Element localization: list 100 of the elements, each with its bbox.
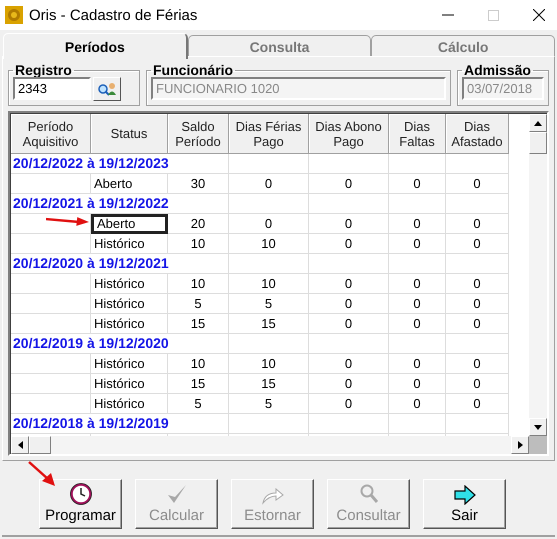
lookup-button[interactable] xyxy=(93,77,121,101)
table-cell[interactable]: Histórico xyxy=(91,294,168,314)
toolbar-button[interactable]: Programar xyxy=(39,479,122,529)
table-cell[interactable]: 0 xyxy=(309,234,389,254)
table-cell[interactable]: 0 xyxy=(446,354,509,374)
horizontal-scrollbar[interactable] xyxy=(11,436,529,454)
table-cell[interactable]: 15 xyxy=(168,314,229,334)
table-cell[interactable]: 30 xyxy=(168,174,229,194)
table-cell[interactable] xyxy=(446,154,509,174)
table-cell[interactable]: 0 xyxy=(446,214,509,234)
table-cell[interactable]: 0 xyxy=(309,374,389,394)
table-cell[interactable]: 10 xyxy=(229,354,309,374)
table-cell[interactable]: 0 xyxy=(389,174,446,194)
table-cell[interactable]: 0 xyxy=(446,234,509,254)
table-cell[interactable]: 0 xyxy=(446,294,509,314)
table-cell[interactable]: 0 xyxy=(446,174,509,194)
table-cell[interactable] xyxy=(389,154,446,174)
column-header[interactable]: Dias Abono Pago xyxy=(309,114,389,154)
table-cell[interactable]: 0 xyxy=(229,174,309,194)
table-cell[interactable]: Histórico xyxy=(91,374,168,394)
table-cell[interactable] xyxy=(11,274,91,294)
table-cell[interactable] xyxy=(11,174,91,194)
table-cell[interactable]: 0 xyxy=(389,374,446,394)
table-cell[interactable]: 0 xyxy=(446,394,509,414)
table-cell[interactable] xyxy=(309,334,389,354)
table-cell[interactable]: 15 xyxy=(229,314,309,334)
tab[interactable]: Consulta xyxy=(188,35,372,57)
table-cell[interactable]: 10 xyxy=(168,354,229,374)
table-cell[interactable]: 0 xyxy=(389,274,446,294)
scroll-thumb[interactable] xyxy=(529,132,547,154)
period-cell[interactable]: 20/12/2022 à 19/12/2023 xyxy=(11,154,229,174)
table-cell[interactable]: 10 xyxy=(168,274,229,294)
table-cell[interactable]: 0 xyxy=(389,294,446,314)
table-cell[interactable] xyxy=(389,414,446,434)
close-icon[interactable] xyxy=(533,9,545,21)
table-cell[interactable]: 0 xyxy=(309,394,389,414)
table-cell[interactable]: Histórico xyxy=(91,234,168,254)
table-cell[interactable] xyxy=(389,194,446,214)
scroll-thumb[interactable] xyxy=(29,436,51,454)
table-cell[interactable] xyxy=(309,194,389,214)
table-cell[interactable]: 15 xyxy=(168,374,229,394)
table-cell[interactable] xyxy=(389,254,446,274)
toolbar-button[interactable]: Sair xyxy=(423,479,506,529)
table-cell[interactable] xyxy=(446,334,509,354)
maximize-icon[interactable] xyxy=(488,10,499,20)
table-cell[interactable]: 0 xyxy=(309,354,389,374)
table-cell[interactable] xyxy=(446,414,509,434)
table-cell[interactable]: 0 xyxy=(309,274,389,294)
table-cell[interactable]: 0 xyxy=(309,294,389,314)
column-header[interactable]: Dias Afastado xyxy=(446,114,509,154)
table-cell[interactable]: 5 xyxy=(168,294,229,314)
table-cell[interactable]: Histórico xyxy=(91,314,168,334)
tab[interactable]: Cálculo xyxy=(371,35,556,57)
table-cell[interactable]: 10 xyxy=(229,234,309,254)
table-cell[interactable]: 5 xyxy=(168,394,229,414)
table-cell[interactable]: 15 xyxy=(229,374,309,394)
table-cell[interactable] xyxy=(309,154,389,174)
tab[interactable]: Períodos xyxy=(3,33,188,59)
table-cell[interactable]: Histórico xyxy=(91,274,168,294)
table-cell[interactable] xyxy=(11,214,91,234)
table-cell[interactable]: 0 xyxy=(389,214,446,234)
table-cell[interactable] xyxy=(309,414,389,434)
column-header[interactable]: Dias Férias Pago xyxy=(229,114,309,154)
table-cell[interactable]: 0 xyxy=(446,274,509,294)
table-cell[interactable] xyxy=(229,414,309,434)
table-cell[interactable] xyxy=(229,154,309,174)
table-cell[interactable]: 0 xyxy=(389,234,446,254)
table-cell[interactable]: 10 xyxy=(229,274,309,294)
table-cell[interactable]: 0 xyxy=(389,394,446,414)
input-field[interactable]: 2343 xyxy=(13,77,91,100)
table-cell[interactable] xyxy=(11,354,91,374)
table-cell[interactable]: Histórico xyxy=(91,354,168,374)
column-header[interactable]: Período Aquisitivo xyxy=(11,114,91,154)
column-header[interactable]: Dias Faltas xyxy=(389,114,446,154)
table-cell[interactable]: 0 xyxy=(446,314,509,334)
period-cell[interactable]: 20/12/2021 à 19/12/2022 xyxy=(11,194,229,214)
table-cell[interactable] xyxy=(11,374,91,394)
table-cell[interactable]: 5 xyxy=(229,394,309,414)
table-cell[interactable] xyxy=(11,294,91,314)
table-cell[interactable] xyxy=(309,254,389,274)
table-cell[interactable]: Histórico xyxy=(91,394,168,414)
table-cell[interactable] xyxy=(229,334,309,354)
table-cell[interactable]: Aberto xyxy=(91,174,168,194)
table-cell[interactable]: 0 xyxy=(229,214,309,234)
table-cell[interactable]: 0 xyxy=(309,174,389,194)
table-cell[interactable]: 0 xyxy=(309,214,389,234)
vertical-scrollbar[interactable] xyxy=(529,114,547,436)
table-cell[interactable] xyxy=(389,334,446,354)
table-cell[interactable]: 0 xyxy=(389,314,446,334)
table-cell[interactable] xyxy=(11,394,91,414)
table-cell[interactable] xyxy=(446,194,509,214)
table-cell[interactable]: 0 xyxy=(446,374,509,394)
table-cell[interactable]: 20 xyxy=(168,214,229,234)
table-cell[interactable] xyxy=(229,194,309,214)
column-header[interactable]: Status xyxy=(91,114,168,154)
table-cell[interactable]: 5 xyxy=(229,294,309,314)
table-cell[interactable] xyxy=(446,254,509,274)
table-cell[interactable]: 0 xyxy=(309,314,389,334)
period-cell[interactable]: 20/12/2018 à 19/12/2019 xyxy=(11,414,229,434)
table-cell[interactable] xyxy=(229,254,309,274)
